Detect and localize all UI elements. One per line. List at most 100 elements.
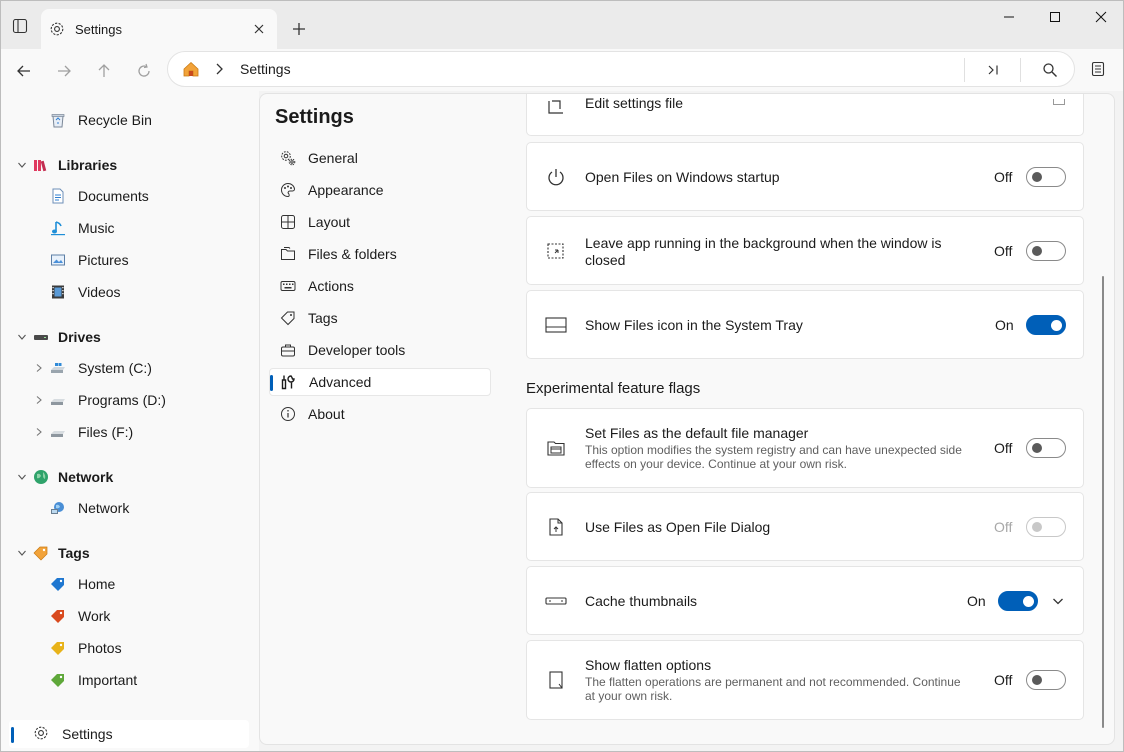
sidebar-item-files-f[interactable]: Files (F:) (1, 418, 251, 446)
shelf-icon[interactable] (1086, 57, 1110, 81)
background-running-toggle[interactable] (1026, 241, 1066, 261)
close-window-icon[interactable] (1078, 5, 1123, 29)
sidebar-item-videos[interactable]: Videos (1, 278, 251, 306)
refresh-icon[interactable] (130, 57, 158, 85)
settings-nav-label: Tags (308, 310, 338, 326)
minimize-icon[interactable] (986, 5, 1032, 29)
sidebar-item-pictures[interactable]: Pictures (1, 246, 251, 274)
settings-nav-developer-tools[interactable]: Developer tools (269, 336, 491, 364)
cache-thumbnails-toggle[interactable] (998, 591, 1038, 611)
selection-indicator (11, 727, 14, 743)
drive-icon (49, 391, 67, 409)
tag-icon (49, 607, 67, 625)
default-file-manager-toggle[interactable] (1026, 438, 1066, 458)
palette-icon (279, 181, 297, 199)
open-external-icon[interactable] (1053, 99, 1065, 105)
sidebar-item-drives[interactable]: Drives (1, 323, 251, 351)
sidebar-item-documents[interactable]: Documents (1, 182, 251, 210)
settings-nav-about[interactable]: About (269, 400, 491, 428)
sidebar-item-recycle-bin[interactable]: Recycle Bin (1, 106, 251, 134)
sidebar-item-label: Network (78, 500, 130, 516)
sidebar-item-programs-d[interactable]: Programs (D:) (1, 386, 251, 414)
settings-nav-tags[interactable]: Tags (269, 304, 491, 332)
setting-title: Use Files as Open File Dialog (585, 519, 771, 535)
sidebar-item-system-c[interactable]: System (C:) (1, 354, 251, 382)
toggle-state-label: Off (994, 519, 1013, 535)
sidebar-item-music[interactable]: Music (1, 214, 251, 242)
setting-description: This option modifies the system registry… (585, 443, 962, 471)
toolbox-icon (279, 341, 297, 359)
chevron-down-icon[interactable] (14, 545, 30, 561)
tab-label: Settings (75, 21, 122, 37)
libraries-icon (32, 156, 50, 174)
system-tray-toggle[interactable] (1026, 315, 1066, 335)
chevron-right-icon[interactable] (31, 392, 47, 408)
sidebar-item-tag-work[interactable]: Work (1, 602, 251, 630)
edit-file-icon (545, 95, 567, 117)
videos-icon (49, 283, 67, 301)
close-tab-icon[interactable] (249, 19, 269, 39)
expand-icon[interactable] (981, 58, 1005, 82)
chevron-right-icon (214, 61, 230, 79)
settings-nav-label: Appearance (308, 182, 384, 198)
sidebar-item-label: Music (78, 220, 115, 236)
settings-nav-label: Developer tools (308, 342, 406, 358)
settings-nav-general[interactable]: General (269, 144, 491, 172)
toggle-state-label: Off (994, 169, 1013, 185)
tags-icon (32, 544, 50, 562)
sidebar-item-tags[interactable]: Tags (1, 539, 251, 567)
chevron-right-icon[interactable] (31, 360, 47, 376)
back-arrow-icon[interactable] (10, 57, 38, 85)
settings-nav-files-folders[interactable]: Files & folders (269, 240, 491, 268)
edit-settings-file-card[interactable]: Edit settings file (526, 94, 1084, 136)
drive-icon (49, 423, 67, 441)
tag-icon (279, 309, 297, 327)
gear-icon (33, 725, 51, 743)
sidebar-item-label: Programs (D:) (78, 392, 166, 408)
forward-arrow-icon[interactable] (50, 57, 78, 85)
address-bar[interactable]: Settings (167, 51, 1075, 87)
flatten-options-toggle[interactable] (1026, 670, 1066, 690)
flatten-icon (545, 669, 567, 691)
chevron-down-icon[interactable] (1051, 594, 1065, 608)
chevron-right-icon[interactable] (31, 424, 47, 440)
chevron-down-icon[interactable] (14, 469, 30, 485)
setting-title: Leave app running in the background when… (585, 235, 942, 268)
recycle-bin-icon (49, 111, 67, 129)
tag-icon (49, 575, 67, 593)
sidebar-item-network-header[interactable]: Network (1, 463, 251, 491)
settings-nav-appearance[interactable]: Appearance (269, 176, 491, 204)
cache-thumbnails-card[interactable]: Cache thumbnails On (526, 566, 1084, 635)
sidebar-item-settings[interactable]: Settings (9, 720, 249, 748)
sidebar-item-tag-important[interactable]: Important (1, 666, 251, 694)
scrollbar[interactable] (1102, 276, 1104, 728)
sidebar-item-label: Work (78, 608, 111, 624)
divider (964, 58, 965, 82)
chevron-down-icon[interactable] (14, 329, 30, 345)
address-path: Settings (240, 61, 291, 77)
search-icon[interactable] (1038, 58, 1062, 82)
settings-nav-layout[interactable]: Layout (269, 208, 491, 236)
sidebar-item-tag-home[interactable]: Home (1, 570, 251, 598)
settings-dialog: Settings General Appearance Layout Files… (259, 93, 1115, 745)
home-icon[interactable] (182, 60, 202, 80)
sidebar-toggle-icon[interactable] (9, 15, 31, 37)
sidebar-item-tag-photos[interactable]: Photos (1, 634, 251, 662)
settings-nav-actions[interactable]: Actions (269, 272, 491, 300)
settings-nav-advanced[interactable]: Advanced (269, 368, 491, 396)
sidebar-item-network[interactable]: Network (1, 494, 251, 522)
divider (1020, 58, 1021, 82)
sidebar-item-label: Network (58, 469, 114, 485)
maximize-icon[interactable] (1032, 5, 1078, 29)
tab-settings[interactable]: Settings (41, 9, 277, 49)
flatten-options-card: Show flatten options The flatten operati… (526, 640, 1084, 720)
tag-icon (49, 671, 67, 689)
new-tab-icon[interactable] (288, 18, 310, 40)
open-file-dialog-card: Use Files as Open File Dialog Off (526, 492, 1084, 561)
sidebar-item-label: Important (78, 672, 138, 688)
sidebar-item-libraries[interactable]: Libraries (1, 151, 251, 179)
chevron-down-icon[interactable] (14, 157, 30, 173)
sidebar-item-label: Libraries (58, 157, 118, 173)
startup-toggle[interactable] (1026, 167, 1066, 187)
up-arrow-icon[interactable] (90, 57, 118, 85)
